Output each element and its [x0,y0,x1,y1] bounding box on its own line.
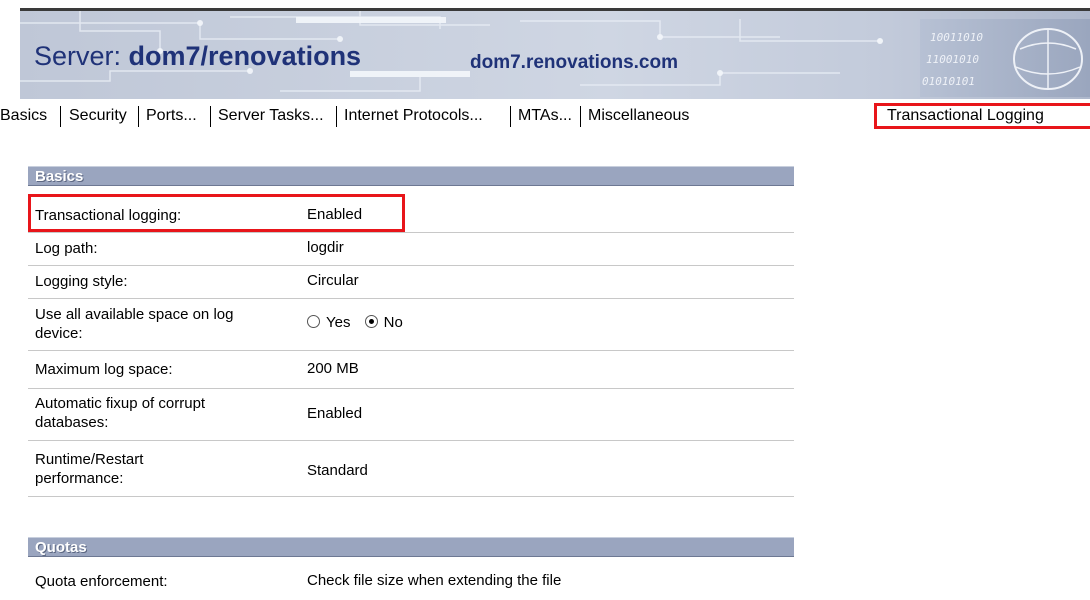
radio-no[interactable] [364,315,378,328]
row-runtime-restart: Runtime/Restart performance: Standard [28,440,794,497]
row-use-all-space: Use all available space on log device: Y… [28,298,794,351]
server-banner: Server: dom7/renovations dom7.renovation… [20,8,1090,99]
tab-basics[interactable]: Basics [0,103,47,129]
row-auto-fixup: Automatic fixup of corrupt databases: En… [28,388,794,441]
row-label: Runtime/Restart performance: [35,451,144,487]
server-name: dom7/renovations [128,41,362,71]
tab-security[interactable]: Security [69,103,127,129]
server-title-prefix: Server: [34,41,129,71]
logging-style-value: Circular [307,272,359,289]
section-header-quotas: Quotas [28,537,794,557]
svg-text:01010101: 01010101 [922,75,975,88]
tab-separator [510,106,511,127]
radio-no-label[interactable]: No [384,314,403,331]
tab-separator [210,106,211,127]
row-quota-enforcement: Quota enforcement: Check file size when … [28,564,794,598]
row-label: Automatic fixup of corrupt databases: [35,395,206,431]
row-label: Log path: [35,240,98,257]
tab-separator [138,106,139,127]
radio-yes[interactable] [307,315,320,328]
svg-text:11001010: 11001010 [926,53,979,66]
use-all-space-radio-group: Yes No [307,314,413,331]
tab-transactional-logging[interactable]: Transactional Logging [874,103,1090,129]
tab-ports[interactable]: Ports... [146,103,197,129]
row-label: Logging style: [35,273,128,290]
tab-server-tasks[interactable]: Server Tasks... [218,103,324,129]
binary-globe-logo: 10011010 11001010 01010101 [920,19,1090,97]
row-logging-style: Logging style: Circular [28,265,794,299]
section-header-basics: Basics [28,166,794,186]
quota-enforcement-value: Check file size when extending the file [307,572,562,589]
server-title: Server: dom7/renovations [34,41,361,72]
tab-internet-protocols[interactable]: Internet Protocols... [344,103,483,129]
radio-yes-label[interactable]: Yes [326,314,350,331]
tab-mtas[interactable]: MTAs... [518,103,572,129]
log-path-value: logdir [307,239,344,256]
row-label: Maximum log space: [35,361,173,378]
row-label: Use all available space on log device: [35,306,234,342]
row-max-log-space: Maximum log space: 200 MB [28,350,794,389]
runtime-restart-value: Standard [307,462,368,479]
auto-fixup-value: Enabled [307,405,363,422]
row-label: Quota enforcement: [35,573,168,590]
tab-separator [580,106,581,127]
svg-text:10011010: 10011010 [930,31,983,44]
row-log-path: Log path: logdir [28,232,794,266]
tab-miscellaneous[interactable]: Miscellaneous [588,103,689,129]
tab-bar: Basics Security Ports... Server Tasks...… [0,103,1090,129]
server-domain: dom7.renovations.com [470,52,678,73]
tab-separator [60,106,61,127]
highlight-box [28,194,405,232]
tab-separator [336,106,337,127]
max-log-space-value: 200 MB [307,360,359,377]
